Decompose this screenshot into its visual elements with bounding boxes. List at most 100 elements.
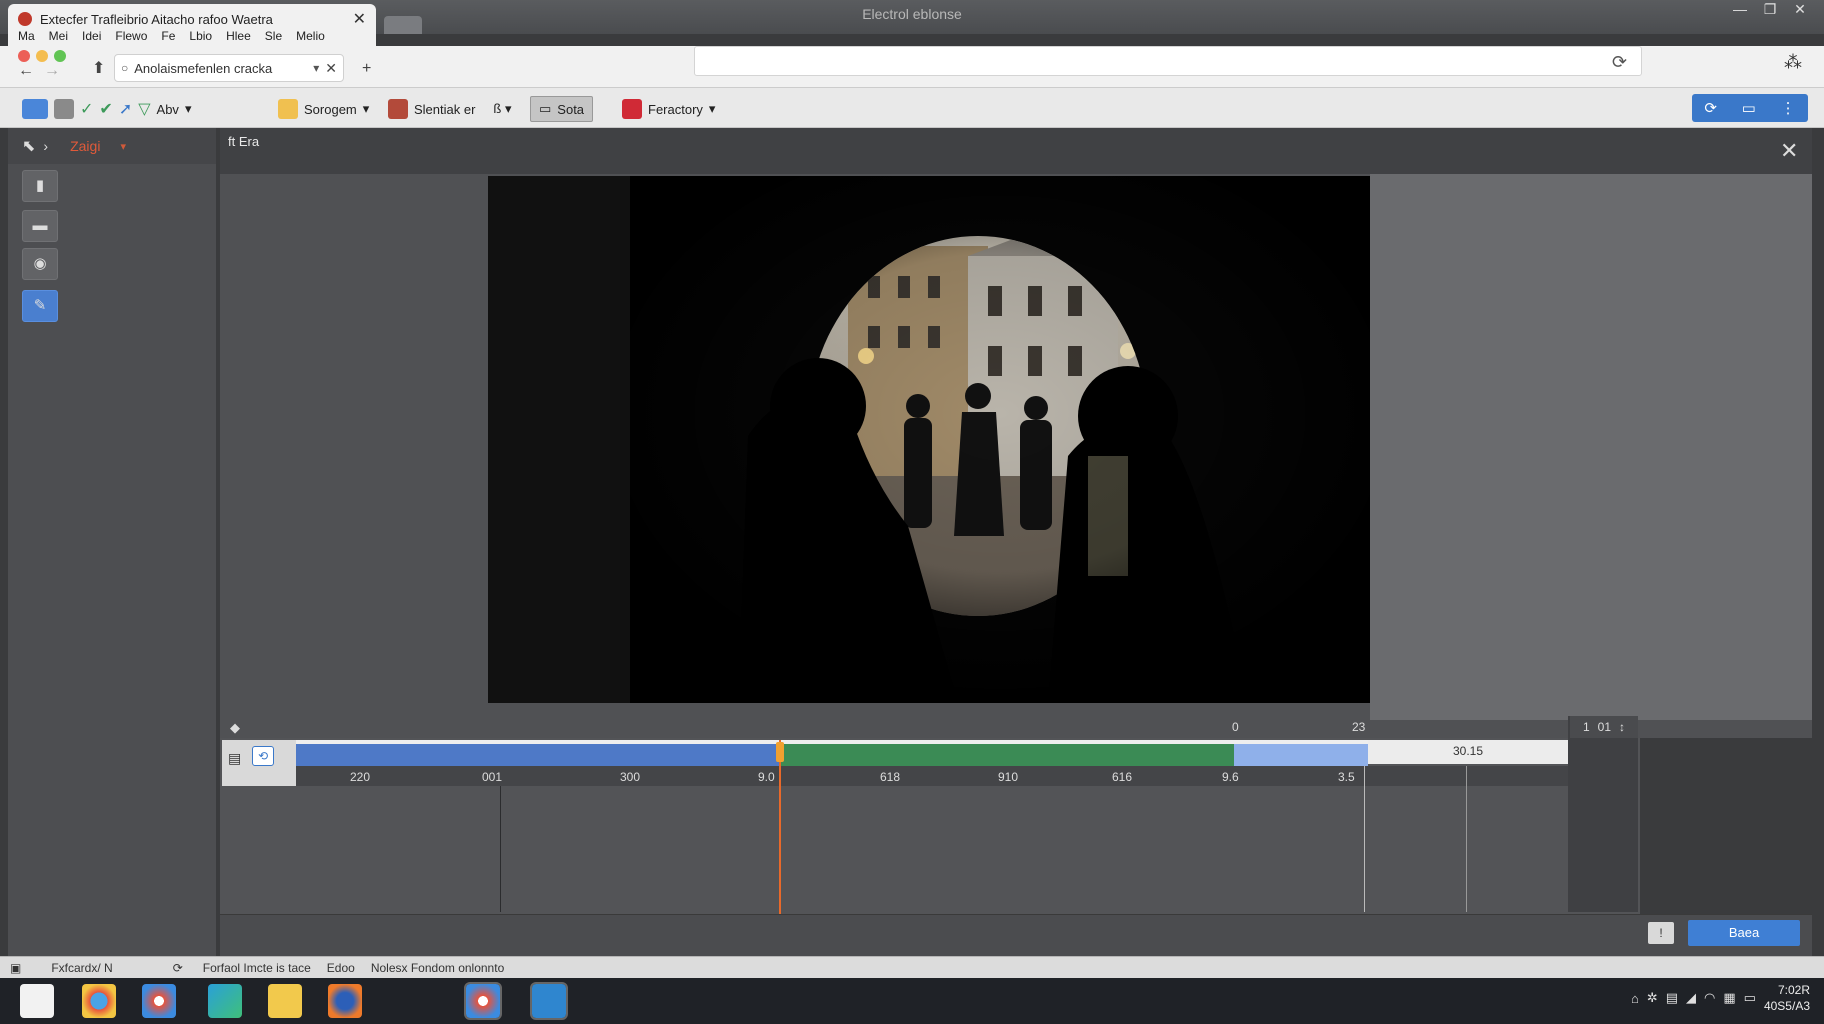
browser-icon[interactable] <box>82 984 116 1018</box>
filter-icon[interactable]: ▽ <box>138 99 150 119</box>
chevron-down-icon[interactable]: ß ▾ <box>493 101 511 117</box>
check-icon[interactable]: ✔ <box>99 99 112 119</box>
toolbar-btn-abv[interactable]: Abv <box>157 102 179 117</box>
menu-item[interactable]: Mei <box>49 29 68 43</box>
up-arrow-icon[interactable]: ⬆ <box>92 58 105 78</box>
menu-item[interactable]: Ma <box>18 29 35 43</box>
chevron-right-icon[interactable]: › <box>43 138 48 154</box>
window-controls: — ❐ ✕ <box>1728 0 1812 22</box>
chevron-down-icon[interactable]: ▾ <box>313 61 319 75</box>
edge-icon[interactable] <box>208 984 242 1018</box>
minimize-dot-icon[interactable] <box>36 50 48 62</box>
arrow-icon[interactable]: ➚ <box>119 99 132 119</box>
clock-time: 7:02R <box>1777 983 1810 997</box>
video-frame[interactable] <box>488 176 1370 703</box>
file-explorer-icon[interactable] <box>20 984 54 1018</box>
sync-icon[interactable]: ⟳ <box>1704 99 1717 117</box>
more-icon[interactable]: ⋮ <box>1781 99 1796 117</box>
status-mid: Forfaol Imcte is tace <box>202 960 311 975</box>
confirm-button[interactable]: Baea <box>1688 920 1800 946</box>
volume-icon[interactable]: ◢ <box>1686 990 1696 1006</box>
clock-date: 40S5/A3 <box>1763 999 1810 1013</box>
keyboard-icon[interactable]: ▦ <box>1723 990 1735 1006</box>
tool-crop-button[interactable]: ▬ <box>22 210 58 242</box>
tab-title: Extecfer Trafleibrio Aitacho rafoo Waetr… <box>40 11 273 27</box>
back-arrow-icon[interactable]: ← <box>18 62 34 80</box>
brightness-icon[interactable]: ✲ <box>1647 990 1658 1006</box>
track-divider <box>500 786 501 912</box>
minimize-icon[interactable]: — <box>1728 0 1752 20</box>
tool-select-button[interactable]: ▮ <box>22 170 58 202</box>
info-button[interactable]: ! <box>1648 922 1674 944</box>
clip-green[interactable] <box>780 744 1234 766</box>
left-panel-label[interactable]: Zaigi <box>70 138 100 154</box>
document-icon <box>388 99 408 119</box>
firefox-icon[interactable] <box>328 984 362 1018</box>
folder-icon[interactable] <box>268 984 302 1018</box>
add-icon[interactable]: + <box>362 60 371 78</box>
sorogem-button[interactable]: Sorogem ▾ <box>278 96 369 122</box>
chrome-icon[interactable] <box>142 984 176 1018</box>
file-icon[interactable] <box>22 99 48 119</box>
menu-item[interactable]: Hlee <box>226 29 251 43</box>
wifi-icon[interactable]: ◠ <box>1704 990 1715 1006</box>
tick-label: 3.5 <box>1338 770 1355 784</box>
new-tab-button[interactable] <box>384 16 422 34</box>
maximize-icon[interactable]: ❐ <box>1758 0 1782 20</box>
editor-app-icon[interactable] <box>530 982 568 1020</box>
tool-effect-button[interactable]: ✎ <box>22 290 58 322</box>
tick-label: 220 <box>350 770 371 784</box>
chevron-updown-icon[interactable]: ↕ <box>1619 720 1625 734</box>
track-icon[interactable]: ▤ <box>228 750 241 767</box>
playhead-handle[interactable] <box>776 742 784 762</box>
close-window-icon[interactable]: ✕ <box>1788 0 1812 20</box>
sota-button[interactable]: ▭ Sota <box>530 96 594 122</box>
system-tray: ⌂ ✲ ▤ ◢ ◠ ▦ ▭ 7:02R 40S5/A3 <box>1631 982 1810 1014</box>
menu-item[interactable]: Lbio <box>189 29 212 43</box>
clock[interactable]: 7:02R 40S5/A3 <box>1764 982 1810 1014</box>
menu-item[interactable]: Fe <box>161 29 175 43</box>
zoom-value: 01 <box>1597 720 1612 734</box>
slentiak-button[interactable]: Slentiak er ß ▾ <box>388 96 512 122</box>
feractory-button[interactable]: Feractory ▾ <box>622 96 715 122</box>
menu-item[interactable]: Flewo <box>115 29 147 43</box>
check-icon[interactable]: ✓ <box>80 99 93 119</box>
forward-arrow-icon[interactable]: → <box>44 62 60 80</box>
timeline-end-label: 30.15 <box>1368 740 1568 764</box>
chrome-active-icon[interactable] <box>464 982 502 1020</box>
extensions-icon[interactable]: ⁂ <box>1784 52 1802 73</box>
zoom-control[interactable]: 1 01 ↕ <box>1570 716 1638 738</box>
network-icon[interactable]: ⌂ <box>1631 991 1639 1006</box>
clip-blue[interactable] <box>296 744 780 766</box>
menu-item[interactable]: Melio <box>296 29 325 43</box>
timeline-gutter: ▤ ⟲ <box>222 740 296 786</box>
address-field[interactable]: ○ Anolaismefenlen cracka ▾ ✕ <box>114 54 344 82</box>
refresh-icon[interactable]: ⟳ <box>173 961 183 975</box>
chevron-down-icon[interactable]: ▾ <box>185 101 192 117</box>
menu-item[interactable]: Sle <box>265 29 282 43</box>
menu-bar: Ma Mei Idei Flewo Fe Lbio Hlee Sle Melio <box>8 26 376 46</box>
clip-lightblue[interactable] <box>1234 744 1368 766</box>
back-icon[interactable]: ⬉ <box>22 136 35 156</box>
chevron-down-icon: ▾ <box>362 101 370 116</box>
search-input[interactable] <box>694 46 1642 76</box>
notification-icon[interactable]: ▭ <box>1744 990 1756 1006</box>
marker-icon[interactable]: ◆ <box>230 720 240 736</box>
zoom-dot-icon[interactable] <box>54 50 66 62</box>
timeline-footer <box>220 914 1812 958</box>
media-icon[interactable] <box>54 99 74 119</box>
tick-label: 618 <box>880 770 901 784</box>
tool-zoom-button[interactable]: ◉ <box>22 248 58 280</box>
screen-icon: ▭ <box>539 101 552 116</box>
chevron-down-icon[interactable]: ▾ <box>120 140 126 153</box>
menu-item[interactable]: Idei <box>82 29 101 43</box>
clear-icon[interactable]: ✕ <box>325 60 337 77</box>
close-dot-icon[interactable] <box>18 50 30 62</box>
folder-icon <box>278 99 298 119</box>
close-icon[interactable]: ✕ <box>1780 138 1798 164</box>
status-bar: ▣ Fxfcardx/ N ⟳ Forfaol Imcte is tace Ed… <box>0 956 1824 978</box>
battery-icon[interactable]: ▤ <box>1666 990 1678 1006</box>
snap-icon[interactable]: ⟲ <box>252 746 274 766</box>
search-icon[interactable]: ⟳ <box>1612 52 1627 73</box>
chat-icon[interactable]: ▭ <box>1742 99 1756 117</box>
